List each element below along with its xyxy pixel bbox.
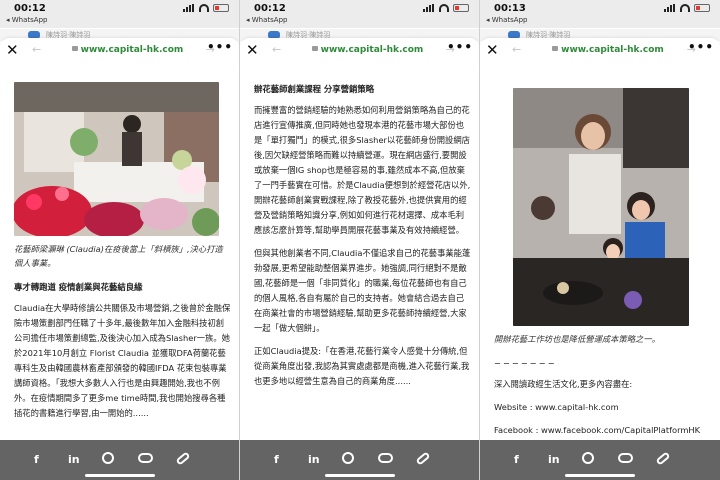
home-indicator [565, 474, 635, 477]
whatsapp-share-icon[interactable] [102, 452, 114, 464]
status-time: 00:13 [494, 3, 526, 14]
article-paragraph: 正如Claudia提及:「在香港,花藝行業令人感覺十分傳統,但從商業角度出發,我… [254, 346, 470, 386]
battery-icon [453, 4, 469, 12]
signal-icon [423, 4, 435, 12]
wifi-icon [199, 4, 209, 12]
url-field[interactable]: www.capital-hk.com [536, 45, 680, 55]
more-options-icon[interactable]: ••• [447, 40, 473, 54]
signal-icon [183, 4, 195, 12]
url-text: www.capital-hk.com [320, 45, 424, 55]
photo-illustration [14, 82, 219, 236]
linkedin-share-icon[interactable]: in [548, 453, 560, 466]
wifi-icon [680, 4, 690, 12]
photo-caption: 花藝師梁灝琳 (Claudia)在疫後當上「斜槓族」,決心打造個人事業。 [14, 244, 223, 268]
system-icons [183, 4, 229, 12]
home-indicator [324, 474, 395, 477]
article-content: 開辦花藝工作坊也是降低營運成本策略之一。 −−−−−−− 深入閱讀政經生活文化,… [480, 64, 720, 480]
lock-icon [311, 46, 318, 51]
status-time: 00:12 [14, 3, 46, 14]
system-icons [423, 4, 469, 12]
status-bar: 00:12 ◂ WhatsApp [240, 0, 479, 28]
battery-icon [213, 4, 229, 12]
browser-toolbar: ✕ ← www.capital-hk.com → ••• [0, 38, 239, 64]
workshop-photo [513, 88, 689, 326]
section-heading: 專才轉跑道 疫情創業與花藝結良緣 [14, 282, 143, 292]
phone-screen-3: 00:13 ◂ WhatsApp 陳詩羽·陳詩羽 ✕ ← www.capital… [480, 0, 720, 480]
status-time: 00:12 [254, 3, 286, 14]
whatsapp-share-icon[interactable] [342, 452, 354, 464]
line-share-icon[interactable] [618, 453, 633, 463]
facebook-share-icon[interactable]: f [514, 453, 519, 466]
facebook-share-icon[interactable]: f [274, 453, 279, 466]
screenshot-collage: 00:12 ◂ WhatsApp 陳詩羽·陳詩羽 ✕ ← www.capital… [0, 0, 720, 480]
phone-screen-1: 00:12 ◂ WhatsApp 陳詩羽·陳詩羽 ✕ ← www.capital… [0, 0, 240, 480]
back-to-whatsapp-link[interactable]: ◂ WhatsApp [486, 16, 527, 24]
photo-caption: 開辦花藝工作坊也是降低營運成本策略之一。 [494, 334, 660, 344]
more-options-icon[interactable]: ••• [207, 40, 233, 54]
photo-illustration [513, 88, 689, 326]
section-heading: 辦花藝師創業課程 分享營銷策略 [254, 84, 375, 94]
battery-icon [694, 4, 710, 12]
system-icons [664, 4, 710, 12]
status-bar: 00:13 ◂ WhatsApp [480, 0, 720, 28]
website-link[interactable]: Website : www.capital-hk.com [494, 400, 712, 415]
article-paragraph: 但與其他創業者不同,Claudia不僅追求自己的花藝事業能蓬勃發展,更希望能助整… [254, 248, 471, 333]
divider: −−−−−−− [494, 358, 557, 368]
signal-icon [664, 4, 676, 12]
browser-toolbar: ✕ ← www.capital-hk.com → ••• [480, 38, 720, 64]
back-to-whatsapp-link[interactable]: ◂ WhatsApp [6, 16, 47, 24]
copy-link-icon[interactable] [175, 451, 191, 466]
share-bar: f in [240, 440, 479, 480]
back-arrow-icon[interactable]: ← [272, 43, 281, 56]
facebook-link[interactable]: Facebook : www.facebook.com/CapitalPlatf… [494, 423, 712, 438]
whatsapp-share-icon[interactable] [582, 452, 594, 464]
close-icon[interactable]: ✕ [486, 41, 499, 59]
close-icon[interactable]: ✕ [6, 41, 19, 59]
url-field[interactable]: www.capital-hk.com [296, 45, 439, 55]
article-paragraph: Claudia在大學時修讀公共關係及市場營銷,之後曾於金融保險市場策劃部門任職了… [14, 303, 231, 418]
more-options-icon[interactable]: ••• [688, 40, 714, 54]
facebook-share-icon[interactable]: f [34, 453, 39, 466]
wifi-icon [439, 4, 449, 12]
copy-link-icon[interactable] [415, 451, 431, 466]
url-text: www.capital-hk.com [80, 45, 184, 55]
back-arrow-icon[interactable]: ← [512, 43, 521, 56]
home-indicator [84, 474, 155, 477]
share-bar: f in [480, 440, 720, 480]
line-share-icon[interactable] [378, 453, 393, 463]
url-field[interactable]: www.capital-hk.com [56, 45, 199, 55]
browser-toolbar: ✕ ← www.capital-hk.com → ••• [240, 38, 479, 64]
lock-icon [71, 46, 78, 51]
copy-link-icon[interactable] [655, 451, 671, 466]
linkedin-share-icon[interactable]: in [68, 453, 80, 466]
line-share-icon[interactable] [138, 453, 153, 463]
article-content: 花藝師梁灝琳 (Claudia)在疫後當上「斜槓族」,決心打造個人事業。 專才轉… [0, 64, 239, 480]
linkedin-share-icon[interactable]: in [308, 453, 320, 466]
status-bar: 00:12 ◂ WhatsApp [0, 0, 239, 28]
back-arrow-icon[interactable]: ← [32, 43, 41, 56]
article-content: 辦花藝師創業課程 分享營銷策略 而擁豐富的營銷經驗的她熟悉如何利用營銷策略為自己… [240, 64, 479, 480]
phone-screen-2: 00:12 ◂ WhatsApp 陳詩羽·陳詩羽 ✕ ← www.capital… [240, 0, 480, 480]
lock-icon [552, 46, 559, 51]
back-to-whatsapp-link[interactable]: ◂ WhatsApp [246, 16, 287, 24]
share-bar: f in [0, 440, 239, 480]
url-text: www.capital-hk.com [561, 45, 664, 55]
article-paragraph: 而擁豐富的營銷經驗的她熟悉如何利用營銷策略為自己的花店進行宣傳推廣,但同時她也發… [254, 105, 471, 235]
close-icon[interactable]: ✕ [246, 41, 259, 59]
read-more-text: 深入閱讀政經生活文化,更多內容盡在: [494, 379, 633, 389]
florist-shop-photo [14, 82, 219, 236]
